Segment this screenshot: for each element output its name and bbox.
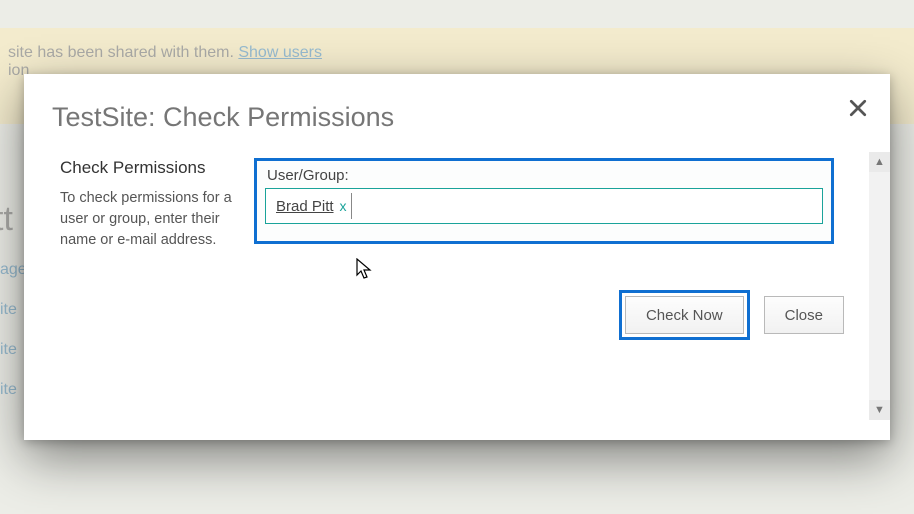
mouse-cursor-icon (356, 258, 374, 282)
scroll-down-icon[interactable]: ▼ (869, 400, 890, 420)
dialog-button-row: Check Now Close (619, 290, 844, 340)
check-now-button[interactable]: Check Now (625, 296, 744, 334)
scroll-up-icon[interactable]: ▲ (869, 152, 890, 172)
people-picker[interactable]: Brad Pitt x (265, 188, 823, 224)
check-now-highlight: Check Now (619, 290, 750, 340)
dialog-help-section: Check Permissions To check permissions f… (60, 158, 244, 251)
close-button[interactable]: Close (764, 296, 844, 334)
dialog-scrollbar[interactable]: ▲ ▼ (869, 152, 890, 420)
section-heading: Check Permissions (60, 158, 244, 178)
people-picker-input[interactable] (351, 193, 818, 219)
dialog-title: TestSite: Check Permissions (52, 102, 394, 133)
selected-user-name: Brad Pitt (276, 198, 334, 215)
remove-chip-icon[interactable]: x (340, 198, 347, 214)
close-icon[interactable] (842, 92, 874, 124)
check-permissions-dialog: TestSite: Check Permissions Check Permis… (24, 74, 890, 440)
user-group-label: User/Group: (267, 167, 823, 184)
people-picker-chip: Brad Pitt x (270, 193, 351, 219)
section-help-text: To check permissions for a user or group… (60, 188, 244, 251)
user-group-field-highlight: User/Group: Brad Pitt x (254, 158, 834, 244)
